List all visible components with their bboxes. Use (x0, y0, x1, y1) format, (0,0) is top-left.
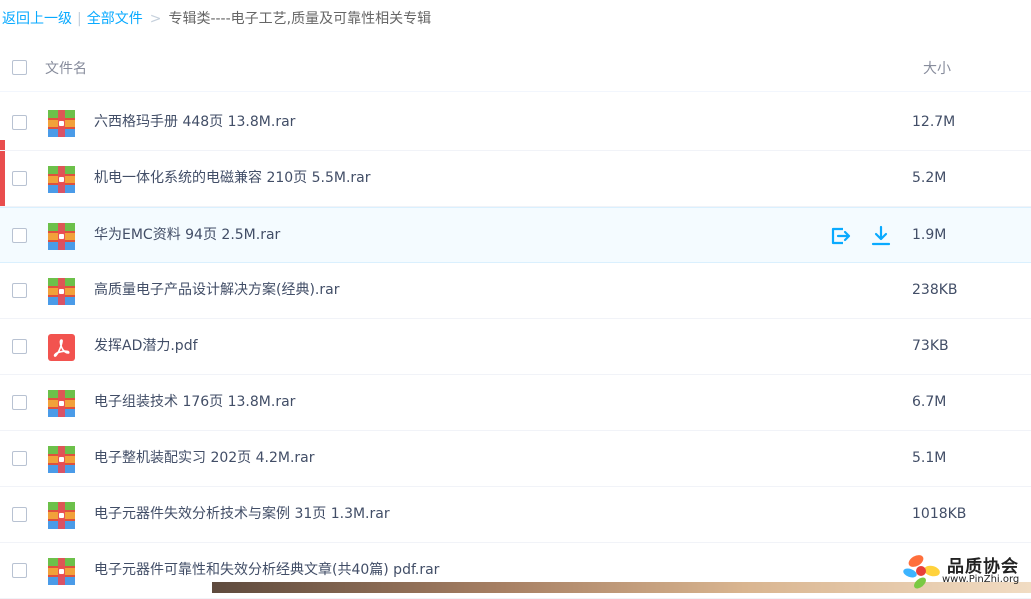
file-row[interactable]: 电子组装技术 176页 13.8M.rar 6.7M (0, 375, 1031, 431)
file-size: 5.2M (912, 170, 947, 186)
row-checkbox[interactable] (12, 451, 27, 466)
file-size: 1.9M (912, 227, 947, 243)
rar-file-icon (48, 110, 75, 137)
file-row[interactable]: 六西格玛手册 448页 13.8M.rar 12.7M (0, 95, 1031, 151)
file-name[interactable]: 发挥AD潜力.pdf (94, 336, 198, 356)
breadcrumb: 返回上一级 | 全部文件 > 专辑类----电子工艺,质量及可靠性相关专辑 (2, 9, 431, 29)
download-icon[interactable] (869, 224, 893, 248)
row-checkbox[interactable] (12, 563, 27, 578)
list-header: 文件名 大小 (0, 43, 1031, 92)
file-size: 238KB (912, 282, 958, 298)
file-size: 1018KB (912, 506, 967, 522)
file-name[interactable]: 高质量电子产品设计解决方案(经典).rar (94, 280, 339, 300)
brand-url: www.PinZhi.org (942, 574, 1020, 585)
all-files-link[interactable]: 全部文件 (87, 11, 143, 27)
row-checkbox[interactable] (12, 507, 27, 522)
file-row[interactable]: 华为EMC资料 94页 2.5M.rar 1.9M (0, 207, 1031, 263)
file-name[interactable]: 电子整机装配实习 202页 4.2M.rar (94, 448, 315, 468)
rar-file-icon (48, 502, 75, 529)
file-name[interactable]: 电子元器件失效分析技术与案例 31页 1.3M.rar (94, 504, 390, 524)
rar-file-icon (48, 166, 75, 193)
file-size: 5.1M (912, 450, 947, 466)
share-icon[interactable] (828, 224, 852, 248)
file-row[interactable]: 电子整机装配实习 202页 4.2M.rar 5.1M (0, 431, 1031, 487)
column-name-header[interactable]: 文件名 (45, 58, 87, 78)
watermark-logo: 品质协会 www.PinZhi.org (902, 551, 1031, 593)
column-size-header[interactable]: 大小 (923, 58, 951, 78)
rar-file-icon (48, 390, 75, 417)
file-size: 73KB (912, 338, 949, 354)
file-name[interactable]: 电子元器件可靠性和失效分析经典文章(共40篇) pdf.rar (94, 560, 439, 580)
file-name[interactable]: 电子组装技术 176页 13.8M.rar (94, 392, 295, 412)
row-checkbox[interactable] (12, 115, 27, 130)
file-name[interactable]: 六西格玛手册 448页 13.8M.rar (94, 112, 295, 132)
file-name[interactable]: 华为EMC资料 94页 2.5M.rar (94, 225, 280, 245)
file-row[interactable]: 发挥AD潜力.pdf 73KB (0, 319, 1031, 375)
row-checkbox[interactable] (12, 228, 27, 243)
rar-file-icon (48, 278, 75, 305)
flower-logo-icon (903, 555, 940, 589)
row-checkbox[interactable] (12, 283, 27, 298)
select-all-checkbox[interactable] (12, 60, 27, 75)
file-row[interactable]: 机电一体化系统的电磁兼容 210页 5.5M.rar 5.2M (0, 151, 1031, 207)
row-checkbox[interactable] (12, 171, 27, 186)
breadcrumb-separator: | (77, 11, 82, 27)
breadcrumb-arrow: > (149, 11, 162, 27)
row-checkbox[interactable] (12, 395, 27, 410)
file-size: 6.7M (912, 394, 947, 410)
row-actions (828, 224, 894, 248)
row-checkbox[interactable] (12, 339, 27, 354)
rar-file-icon (48, 446, 75, 473)
rar-file-icon (48, 223, 75, 250)
file-list: 六西格玛手册 448页 13.8M.rar 12.7M 机电一体化系统的电磁兼容 2… (0, 95, 1031, 599)
file-row[interactable]: 电子元器件失效分析技术与案例 31页 1.3M.rar 1018KB (0, 487, 1031, 543)
current-folder: 专辑类----电子工艺,质量及可靠性相关专辑 (168, 11, 432, 27)
file-size: 12.7M (912, 114, 956, 130)
pdf-file-icon (48, 334, 75, 361)
file-name[interactable]: 机电一体化系统的电磁兼容 210页 5.5M.rar (94, 168, 371, 188)
file-row[interactable]: 高质量电子产品设计解决方案(经典).rar 238KB (0, 263, 1031, 319)
rar-file-icon (48, 558, 75, 585)
back-link[interactable]: 返回上一级 (2, 11, 72, 27)
